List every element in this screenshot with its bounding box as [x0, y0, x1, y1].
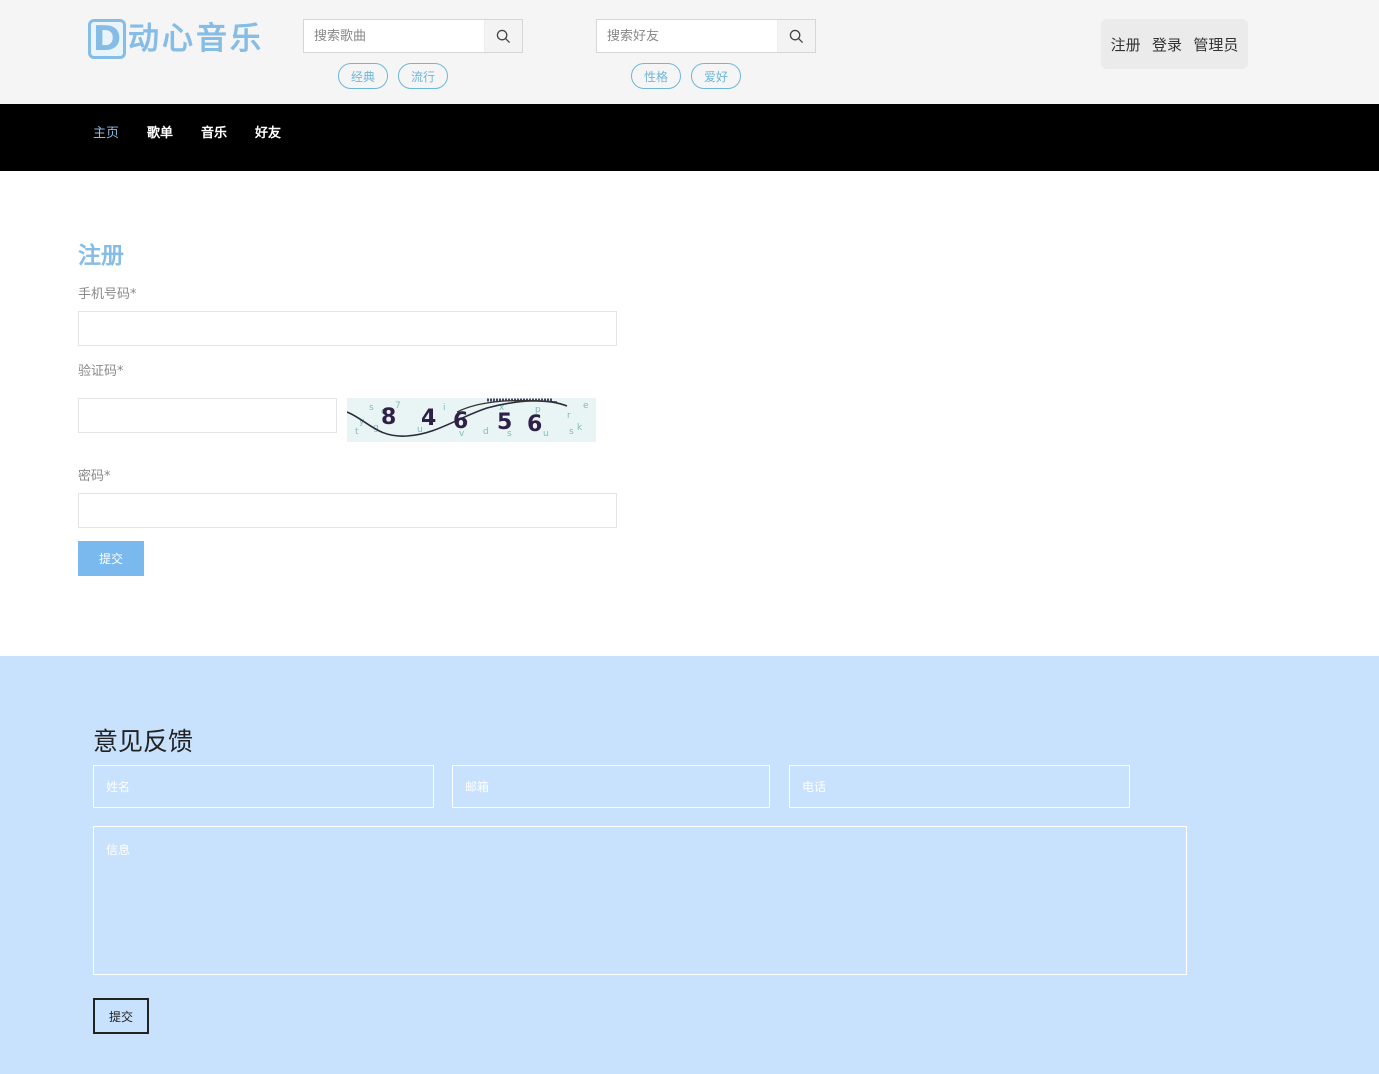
tag-classic[interactable]: 经典	[338, 63, 388, 89]
logo-text: 动心音乐	[128, 20, 264, 57]
friend-search	[596, 19, 816, 53]
svg-text:s: s	[569, 427, 574, 437]
captcha-digit-2: 4	[421, 406, 436, 431]
captcha-digit-5: 6	[527, 412, 542, 437]
tag-hobby[interactable]: 爱好	[691, 63, 741, 89]
site-logo[interactable]: D 动心音乐	[88, 19, 264, 59]
svg-text:s: s	[369, 403, 374, 413]
song-search-input[interactable]	[304, 20, 484, 52]
code-label: 验证码*	[78, 364, 124, 379]
nav-home[interactable]: 主页	[93, 122, 119, 141]
login-link[interactable]: 登录	[1152, 34, 1182, 55]
feedback-title: 意见反馈	[93, 727, 194, 756]
song-search	[303, 19, 523, 53]
friend-search-button[interactable]	[777, 20, 815, 52]
captcha-digit-3: 6	[453, 409, 468, 434]
site-header: D 动心音乐 经典 流行 性格 爱好 注册 登录 管理员	[0, 0, 1379, 104]
logo-letter: D	[88, 19, 126, 59]
feedback-phone-input[interactable]	[790, 766, 1129, 807]
tag-personality[interactable]: 性格	[631, 63, 681, 89]
svg-text:i: i	[443, 403, 446, 413]
feedback-phone-field	[789, 765, 1130, 808]
search-icon	[789, 29, 804, 43]
captcha-image[interactable]: sq7 ygu vds upr skt ixe 8 4 6 5 6	[347, 398, 596, 442]
search-icon	[496, 29, 511, 43]
svg-text:r: r	[567, 411, 571, 421]
tag-pop[interactable]: 流行	[398, 63, 448, 89]
feedback-email-field	[452, 765, 770, 808]
main-nav: 主页 歌单 音乐 好友	[0, 104, 1379, 171]
nav-music[interactable]: 音乐	[201, 122, 227, 141]
feedback-name-input[interactable]	[94, 766, 433, 807]
feedback-name-field	[93, 765, 434, 808]
code-input[interactable]	[79, 399, 336, 432]
phone-field	[78, 311, 617, 346]
svg-text:k: k	[577, 423, 583, 433]
svg-text:t: t	[355, 427, 359, 437]
friend-search-input[interactable]	[597, 20, 777, 52]
feedback-message-field	[93, 826, 1187, 975]
svg-text:u: u	[543, 429, 549, 439]
phone-label: 手机号码*	[78, 287, 137, 302]
captcha-digit-4: 5	[497, 410, 512, 435]
auth-links: 注册 登录 管理员	[1101, 19, 1248, 69]
code-field	[78, 398, 337, 433]
password-field	[78, 493, 617, 528]
svg-text:e: e	[583, 401, 589, 411]
captcha-digit-1: 8	[381, 405, 396, 430]
password-input[interactable]	[79, 494, 616, 527]
phone-input[interactable]	[79, 312, 616, 345]
feedback-email-input[interactable]	[453, 766, 769, 807]
register-link[interactable]: 注册	[1111, 34, 1141, 55]
register-title: 注册	[78, 243, 124, 269]
nav-friends[interactable]: 好友	[255, 122, 281, 141]
nav-playlists[interactable]: 歌单	[147, 122, 173, 141]
admin-link[interactable]: 管理员	[1193, 34, 1238, 55]
feedback-submit-button[interactable]: 提交	[93, 998, 149, 1034]
svg-text:d: d	[483, 427, 489, 437]
song-search-button[interactable]	[484, 20, 522, 52]
register-submit-button[interactable]: 提交	[78, 541, 144, 576]
captcha-graphic: s q7 yg u vds upr s kt ixe 8 4 6 5 6	[347, 398, 596, 442]
password-label: 密码*	[78, 469, 111, 484]
feedback-section: 意见反馈 提交	[0, 656, 1379, 1074]
feedback-message-input[interactable]	[94, 827, 1186, 974]
